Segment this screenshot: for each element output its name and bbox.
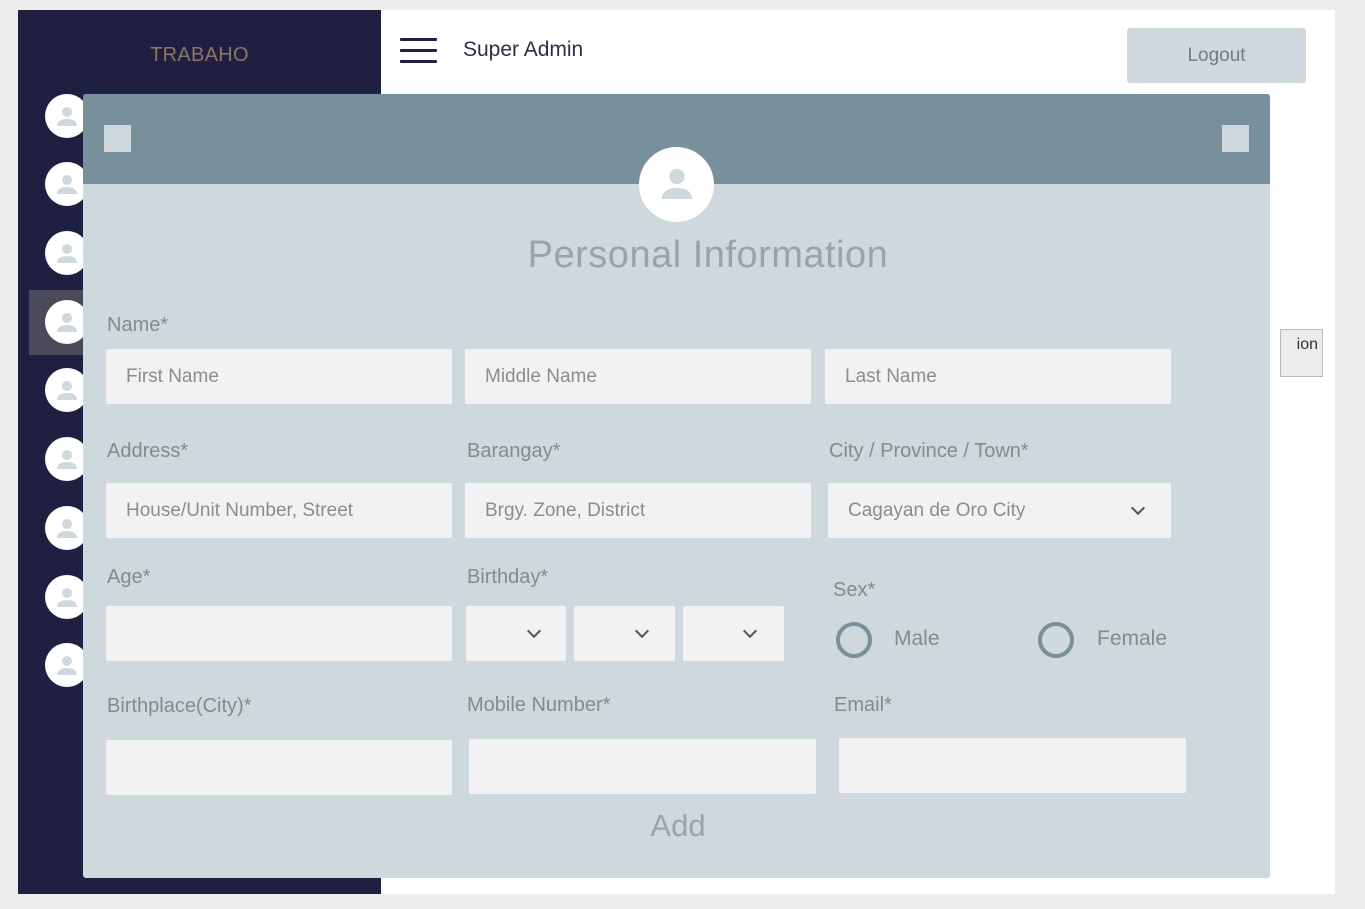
add-button[interactable]: Add xyxy=(643,808,713,844)
email-label: Email* xyxy=(834,694,892,716)
city-label: City / Province / Town* xyxy=(829,440,1029,462)
middle-name-input[interactable]: Middle Name xyxy=(465,349,811,404)
address-input[interactable]: House/Unit Number, Street xyxy=(106,483,452,538)
sex-female-radio[interactable] xyxy=(1038,622,1074,658)
chevron-down-icon xyxy=(634,623,650,639)
user-icon xyxy=(57,656,77,675)
sex-female-label: Female xyxy=(1097,627,1168,650)
personal-info-modal: Personal Information Name* First Name Mi… xyxy=(83,94,1270,878)
user-icon xyxy=(57,519,77,538)
logout-button[interactable]: Logout xyxy=(1127,28,1306,83)
page-title: Super Admin xyxy=(463,38,584,61)
user-icon xyxy=(57,107,77,126)
name-label: Name* xyxy=(107,314,169,336)
birthplace-label: Birthplace(City)* xyxy=(107,695,252,717)
user-icon xyxy=(57,313,77,332)
birthday-year-select[interactable] xyxy=(683,606,784,661)
user-icon xyxy=(57,381,77,400)
city-select[interactable]: Cagayan de Oro City xyxy=(828,483,1171,538)
first-name-input[interactable]: First Name xyxy=(106,349,452,404)
birthplace-input[interactable] xyxy=(106,740,452,795)
birthday-day-select[interactable] xyxy=(574,606,675,661)
mobile-label: Mobile Number* xyxy=(467,694,611,716)
sex-male-radio[interactable] xyxy=(836,622,872,658)
modal-left-square-icon[interactable] xyxy=(104,125,131,152)
city-select-value: Cagayan de Oro City xyxy=(848,500,1026,521)
top-bar: Super Admin Logout xyxy=(381,10,1335,94)
chevron-down-icon xyxy=(1130,500,1146,516)
sex-label: Sex* xyxy=(833,579,876,601)
modal-close-square-icon[interactable] xyxy=(1222,125,1249,152)
user-icon xyxy=(57,175,77,194)
barangay-input[interactable]: Brgy. Zone, District xyxy=(465,483,811,538)
user-icon xyxy=(57,588,77,607)
last-name-input[interactable]: Last Name xyxy=(825,349,1171,404)
background-button[interactable]: ion xyxy=(1280,329,1323,377)
age-input[interactable] xyxy=(106,606,452,661)
age-label: Age* xyxy=(107,566,151,588)
chevron-down-icon xyxy=(742,623,758,639)
email-input[interactable] xyxy=(839,738,1186,793)
user-icon xyxy=(662,168,692,199)
birthday-month-select[interactable] xyxy=(466,606,566,661)
sex-male-label: Male xyxy=(894,627,940,650)
user-icon xyxy=(57,450,77,469)
user-icon xyxy=(57,244,77,263)
barangay-label: Barangay* xyxy=(467,440,561,462)
birthday-label: Birthday* xyxy=(467,566,549,588)
brand-logo: TRABAHO xyxy=(150,44,249,66)
hamburger-icon[interactable] xyxy=(400,38,437,64)
chevron-down-icon xyxy=(526,623,542,639)
avatar xyxy=(639,147,714,222)
mobile-number-input[interactable] xyxy=(469,739,816,794)
modal-title: Personal Information xyxy=(527,234,889,276)
address-label: Address* xyxy=(107,440,189,462)
